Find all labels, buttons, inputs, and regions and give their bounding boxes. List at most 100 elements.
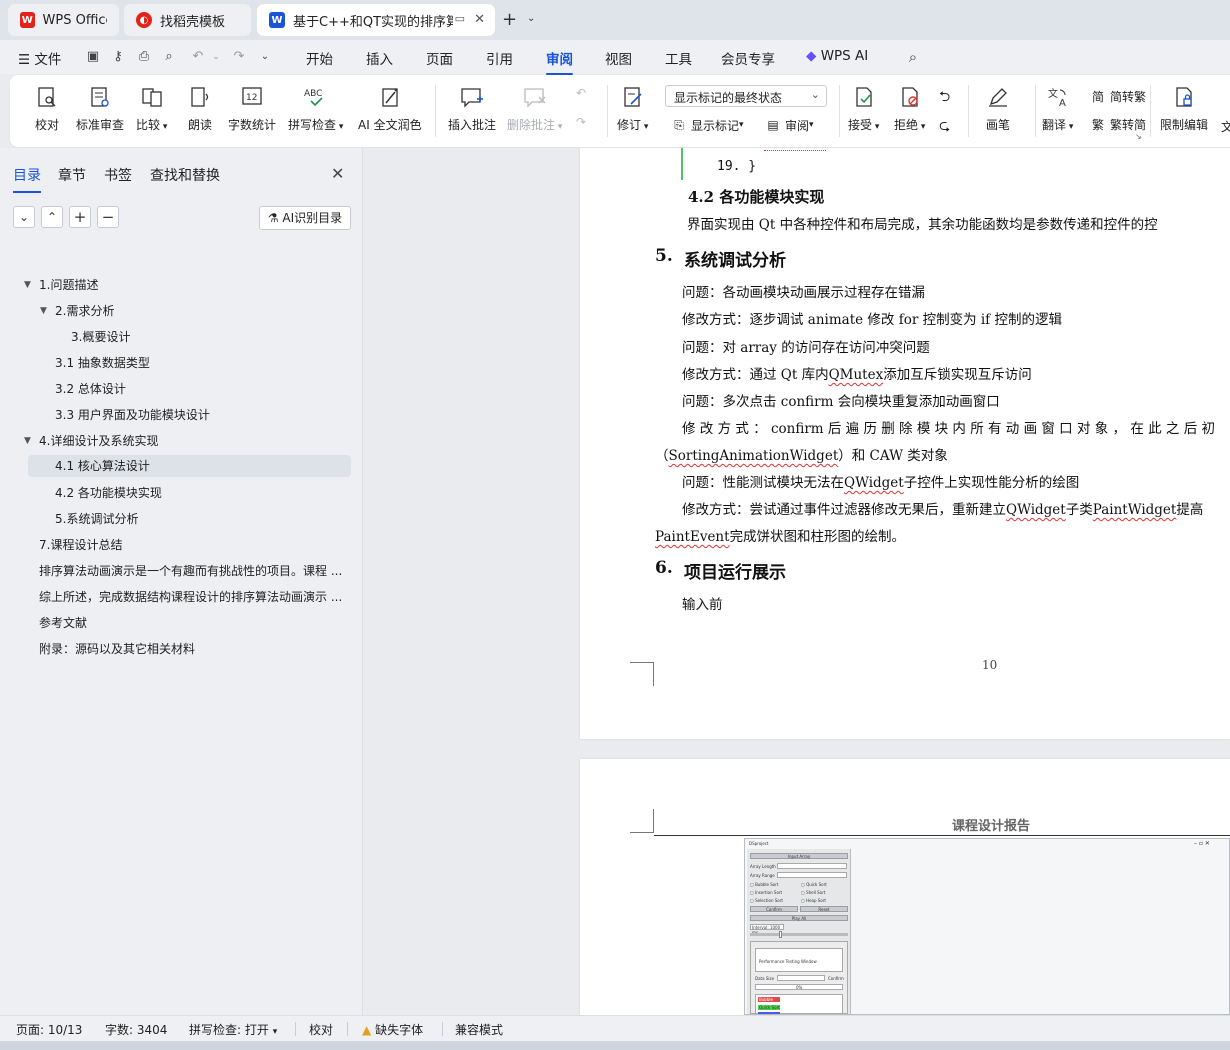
collapse-arrow-icon[interactable]: ▼ <box>24 280 31 290</box>
spell-check-status[interactable]: 拼写检查: 打开 ▾ <box>189 1021 277 1038</box>
standard-review-button[interactable]: 标准审查 <box>76 84 124 133</box>
tab-find-replace[interactable]: 查找和替换 <box>150 165 220 185</box>
toc-item-selected[interactable]: 4.1 核心算法设计 <box>28 455 351 477</box>
reject-button[interactable]: 拒绝 ▾ <box>894 84 925 133</box>
toc-item[interactable]: 7.课程设计总结 <box>39 534 122 556</box>
save-icon[interactable]: ▣ <box>85 49 101 65</box>
ai-polish-button[interactable]: AI 全文润色 <box>358 84 422 133</box>
collapse-arrow-icon[interactable]: ▼ <box>24 436 31 446</box>
show-markup-button[interactable]: ⎘ 显示标记 ▾ <box>670 116 743 134</box>
previous-change-icon[interactable]: ⮌ <box>939 86 950 110</box>
misspelled-word[interactable]: PaintEvent <box>655 529 730 545</box>
tab-docer-templates[interactable]: ◐ 找稻壳模板 <box>124 4 251 36</box>
print-preview-icon[interactable]: ⌕ <box>161 49 177 65</box>
collapse-all-icon[interactable]: ⌄ <box>13 206 35 228</box>
ai-toc-button[interactable]: ⚗ AI识别目录 <box>259 206 351 230</box>
close-icon[interactable]: ✕ <box>331 164 344 183</box>
add-heading-icon[interactable]: + <box>69 206 91 228</box>
chevron-down-icon[interactable]: ⌄ <box>527 13 535 24</box>
menu-references[interactable]: 引用 <box>486 48 513 68</box>
plus-icon[interactable]: + <box>502 9 517 30</box>
toc-item[interactable]: 4.2 各功能模块实现 <box>55 482 162 504</box>
expand-up-icon[interactable]: ⌃ <box>41 206 63 228</box>
more-ribbon-label[interactable]: 文 <box>1221 118 1230 135</box>
text-run: 修 改 方 式 ： confirm 后 遍 历 删 除 模 块 内 所 有 动 … <box>682 421 1216 437</box>
toc-item[interactable]: 2.需求分析 <box>55 300 114 322</box>
paragraph: 修改方式：通过 Qt 库内QMutex添加互斥锁实现互斥访问 <box>682 363 1032 383</box>
undo-icon[interactable]: ↶ <box>190 49 206 65</box>
toc-item[interactable]: 综上所述，完成数据结构课程设计的排序算法动画演示 ... <box>39 586 349 608</box>
toc-item[interactable]: 5.系统调试分析 <box>55 508 138 530</box>
proofread-status[interactable]: 校对 <box>309 1021 333 1038</box>
tab-label: 基于C++和QT实现的排序算 <box>293 14 453 30</box>
menu-view[interactable]: 视图 <box>605 48 632 68</box>
delete-comment-button[interactable]: 删除批注 ▾ <box>507 84 562 133</box>
proofread-button[interactable]: 校对 <box>34 84 60 133</box>
compare-button[interactable]: 比较 ▾ <box>136 84 167 133</box>
menu-insert[interactable]: 插入 <box>366 48 393 68</box>
track-changes-label: 修订 <box>617 118 642 132</box>
code-line: 19. } <box>717 159 757 174</box>
dialog-launcher-icon[interactable]: ↘ <box>1135 132 1142 141</box>
page-indicator[interactable]: 页面: 10/13 <box>16 1021 82 1038</box>
document-canvas[interactable]: 19. } 4.2 各功能模块实现 界面实现由 Qt 中各种控件和布局完成，其余… <box>364 148 1230 1015</box>
previous-comment-icon[interactable]: ↶ <box>576 86 586 100</box>
markup-state-select[interactable]: 显示标记的最终状态 ⌄ <box>665 85 827 107</box>
toc-item[interactable]: 4.详细设计及系统实现 <box>39 430 158 452</box>
next-comment-icon[interactable]: ↷ <box>576 115 586 129</box>
traditional-to-simplified-button[interactable]: 繁繁转简 <box>1089 115 1146 133</box>
review-pane-button[interactable]: ▤ 审阅 ▾ <box>764 116 813 134</box>
collapse-arrow-icon[interactable]: ▼ <box>40 306 47 316</box>
track-changes-button[interactable]: 修订 ▾ <box>617 84 648 133</box>
remove-heading-icon[interactable]: − <box>97 206 119 228</box>
spell-check-button[interactable]: ABC 拼写检查 ▾ <box>288 84 343 133</box>
missing-font-status[interactable]: ▲ 缺失字体 <box>362 1021 423 1038</box>
file-menu[interactable]: ☰ 文件 <box>18 48 61 68</box>
word-count-button[interactable]: 12 字数统计 <box>228 84 276 133</box>
tab-toc[interactable]: 目录 <box>13 165 41 193</box>
close-icon[interactable]: ✕ <box>474 12 485 27</box>
read-aloud-button[interactable]: 朗读 <box>187 84 213 133</box>
tab-wps-office[interactable]: W WPS Office <box>8 4 119 36</box>
menu-page[interactable]: 页面 <box>426 48 453 68</box>
chevron-down-icon[interactable]: ⌄ <box>208 49 224 65</box>
simplified-to-traditional-button[interactable]: 简简转繁 <box>1089 87 1146 105</box>
toc-item[interactable]: 3.3 用户界面及功能模块设计 <box>55 404 210 426</box>
accept-button[interactable]: 接受 ▾ <box>848 84 879 133</box>
menu-tools[interactable]: 工具 <box>665 48 692 68</box>
toc-item[interactable]: 3.概要设计 <box>71 326 130 348</box>
menu-member[interactable]: 会员专享 <box>721 48 775 68</box>
wps-ai-menu[interactable]: ◆ WPS AI <box>806 48 868 64</box>
menu-review[interactable]: 审阅 <box>546 48 573 75</box>
misspelled-word[interactable]: QWidget <box>844 475 904 491</box>
toc-item[interactable]: 3.1 抽象数据类型 <box>55 352 150 374</box>
menu-home[interactable]: 开始 <box>306 48 333 68</box>
restrict-edit-button[interactable]: 限制编辑 <box>1160 84 1208 133</box>
toc-item[interactable]: 附录：源码以及其它相关材料 <box>39 638 195 660</box>
search-icon[interactable]: ⌕ <box>905 49 921 65</box>
toc-item[interactable]: 排序算法动画演示是一个有趣而有挑战性的项目。课程 ... <box>39 560 349 582</box>
print-icon[interactable]: ⎙ <box>136 49 152 65</box>
next-change-icon[interactable]: ⮎ <box>939 115 950 139</box>
tab-chapters[interactable]: 章节 <box>58 165 86 185</box>
monitor-icon[interactable]: ▭ <box>455 12 465 25</box>
insert-comment-button[interactable]: 插入批注 <box>448 84 496 133</box>
text-run: 问题：性能测试模块无法在 <box>682 475 844 491</box>
toc-item[interactable]: 1.问题描述 <box>39 274 98 296</box>
misspelled-word[interactable]: QMutex <box>829 367 884 383</box>
pen-button[interactable]: 画笔 <box>985 84 1011 133</box>
embedded-screenshot[interactable]: DSproject – ▫ ✕ Input Array Array Length… <box>744 838 1230 1015</box>
tab-document[interactable]: W 基于C++和QT实现的排序算 ▭ ✕ <box>257 4 495 36</box>
tab-bookmarks[interactable]: 书签 <box>104 165 132 185</box>
key-icon[interactable]: ⚷ <box>110 49 126 65</box>
misspelled-word[interactable]: QWidget <box>1006 502 1066 518</box>
toc-item[interactable]: 3.2 总体设计 <box>55 378 126 400</box>
chevron-down-icon: ▾ <box>555 122 563 132</box>
word-count-indicator[interactable]: 字数: 3404 <box>105 1021 167 1038</box>
toc-item[interactable]: 参考文献 <box>39 612 87 634</box>
redo-icon[interactable]: ↷ <box>231 49 247 65</box>
chevron-down-icon[interactable]: ⌄ <box>257 49 273 65</box>
translate-button[interactable]: 文A 翻译 ▾ <box>1042 84 1073 133</box>
misspelled-word[interactable]: PaintWidget <box>1093 502 1177 518</box>
misspelled-word[interactable]: SortingAnimationWidget <box>669 448 839 464</box>
